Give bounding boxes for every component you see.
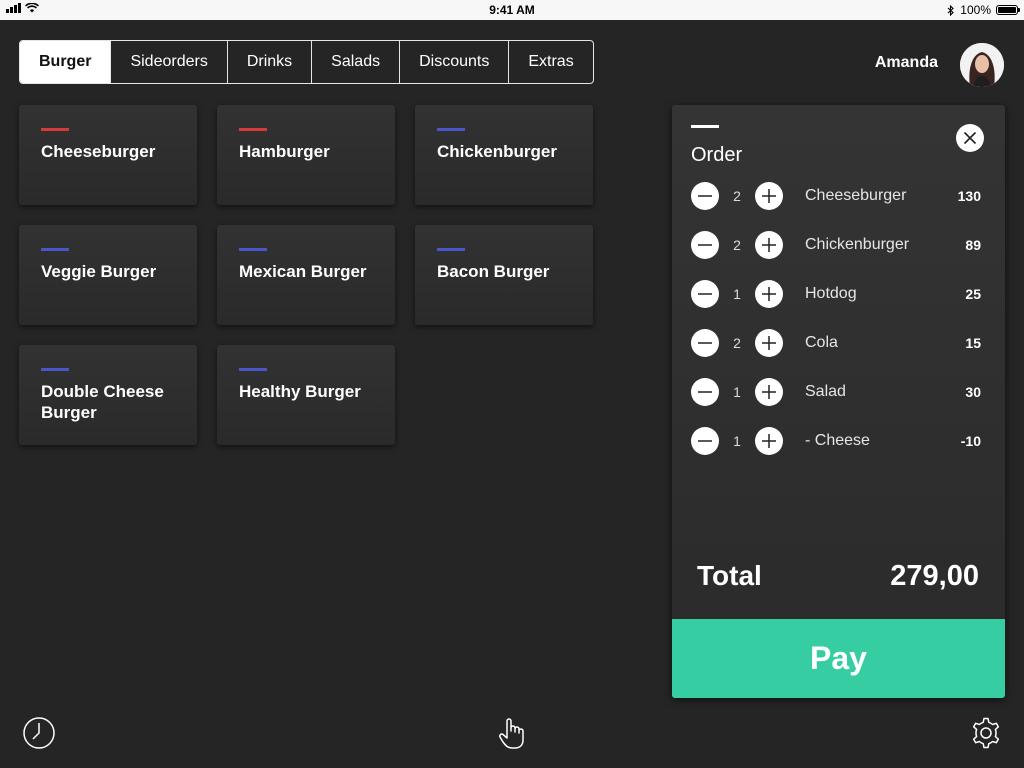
plus-icon — [762, 385, 776, 399]
decrease-quantity-button[interactable] — [691, 329, 719, 357]
close-order-button[interactable] — [956, 124, 984, 152]
order-title: Order — [691, 144, 743, 166]
increase-quantity-button[interactable] — [755, 231, 783, 259]
item-quantity: 2 — [733, 237, 741, 253]
product-card-cheeseburger[interactable]: Cheeseburger — [19, 105, 197, 205]
battery-icon — [996, 5, 1020, 15]
product-card-veggie-burger[interactable]: Veggie Burger — [19, 225, 197, 325]
plus-icon — [762, 238, 776, 252]
tab-drinks[interactable]: Drinks — [226, 41, 311, 83]
product-name: Healthy Burger — [239, 382, 361, 401]
item-name: Cheeseburger — [805, 187, 907, 204]
settings-gear-icon[interactable] — [969, 716, 1003, 755]
item-name: Hotdog — [805, 285, 857, 302]
order-row: 2 Cola 15 — [691, 329, 981, 359]
product-name: Chickenburger — [437, 142, 557, 161]
status-right: 100% — [947, 3, 1020, 17]
decrease-quantity-button[interactable] — [691, 378, 719, 406]
minus-icon — [698, 195, 712, 197]
increase-quantity-button[interactable] — [755, 280, 783, 308]
order-row: 1 Salad 30 — [691, 378, 981, 408]
category-color-bar — [437, 128, 465, 131]
increase-quantity-button[interactable] — [755, 378, 783, 406]
pay-button[interactable]: Pay — [672, 619, 1005, 698]
item-quantity: 1 — [733, 286, 741, 302]
minus-icon — [698, 293, 712, 295]
total-value: 279,00 — [890, 560, 979, 592]
total-label: Total — [697, 560, 762, 591]
minus-icon — [698, 391, 712, 393]
tab-discounts[interactable]: Discounts — [399, 41, 508, 83]
item-quantity: 1 — [733, 433, 741, 449]
product-name: Hamburger — [239, 142, 330, 161]
plus-icon — [762, 336, 776, 350]
category-color-bar — [41, 248, 69, 251]
product-name: Bacon Burger — [437, 262, 550, 281]
avatar-image — [960, 43, 1004, 87]
tab-extras[interactable]: Extras — [508, 41, 592, 83]
decrease-quantity-button[interactable] — [691, 182, 719, 210]
hand-pointer-icon[interactable] — [497, 716, 527, 755]
avatar[interactable] — [960, 43, 1004, 87]
product-card-hamburger[interactable]: Hamburger — [217, 105, 395, 205]
tab-burger[interactable]: Burger — [20, 41, 111, 83]
minus-icon — [698, 440, 712, 442]
item-name: Cola — [805, 334, 838, 351]
order-handle — [691, 125, 719, 128]
category-color-bar — [239, 128, 267, 131]
item-quantity: 2 — [733, 335, 741, 351]
plus-icon — [762, 287, 776, 301]
item-price: 15 — [965, 335, 981, 351]
product-card-double-cheese-burger[interactable]: Double Cheese Burger — [19, 345, 197, 445]
item-name: Salad — [805, 383, 846, 400]
product-card-mexican-burger[interactable]: Mexican Burger — [217, 225, 395, 325]
category-color-bar — [239, 368, 267, 371]
category-tabs: Burger Sideorders Drinks Salads Discount… — [19, 40, 594, 84]
increase-quantity-button[interactable] — [755, 329, 783, 357]
category-color-bar — [41, 368, 69, 371]
plus-icon — [762, 189, 776, 203]
bluetooth-icon — [947, 4, 955, 16]
item-quantity: 1 — [733, 384, 741, 400]
decrease-quantity-button[interactable] — [691, 280, 719, 308]
item-name: - Cheese — [805, 432, 870, 449]
order-row: 1 - Cheese -10 — [691, 427, 981, 457]
product-card-chickenburger[interactable]: Chickenburger — [415, 105, 593, 205]
order-row: 2 Cheeseburger 130 — [691, 182, 981, 212]
item-price: 130 — [957, 188, 981, 204]
item-price: 30 — [965, 384, 981, 400]
decrease-quantity-button[interactable] — [691, 231, 719, 259]
minus-icon — [698, 244, 712, 246]
order-panel: Order 2 Cheeseburger 130 2 Chickenburger… — [672, 105, 1005, 698]
status-bar: 9:41 AM 100% — [0, 0, 1024, 20]
product-name: Veggie Burger — [41, 262, 157, 281]
increase-quantity-button[interactable] — [755, 427, 783, 455]
category-color-bar — [41, 128, 69, 131]
product-name: Double Cheese Burger — [41, 382, 164, 422]
product-card-bacon-burger[interactable]: Bacon Burger — [415, 225, 593, 325]
item-name: Chickenburger — [805, 236, 910, 253]
user-name: Amanda — [874, 54, 938, 71]
status-time: 9:41 AM — [489, 3, 535, 17]
item-quantity: 2 — [733, 188, 741, 204]
plus-icon — [762, 434, 776, 448]
tab-sideorders[interactable]: Sideorders — [110, 41, 226, 83]
item-price: -10 — [960, 433, 981, 449]
increase-quantity-button[interactable] — [755, 182, 783, 210]
clock-icon[interactable] — [22, 716, 56, 755]
decrease-quantity-button[interactable] — [691, 427, 719, 455]
item-price: 89 — [965, 237, 981, 253]
minus-icon — [698, 342, 712, 344]
category-color-bar — [437, 248, 465, 251]
product-name: Mexican Burger — [239, 262, 367, 281]
order-row: 2 Chickenburger 89 — [691, 231, 981, 261]
category-color-bar — [239, 248, 267, 251]
product-card-healthy-burger[interactable]: Healthy Burger — [217, 345, 395, 445]
tab-salads[interactable]: Salads — [311, 41, 399, 83]
order-row: 1 Hotdog 25 — [691, 280, 981, 310]
close-icon — [963, 131, 977, 145]
product-name: Cheeseburger — [41, 142, 156, 161]
battery-percent: 100% — [960, 3, 991, 17]
item-price: 25 — [965, 286, 981, 302]
